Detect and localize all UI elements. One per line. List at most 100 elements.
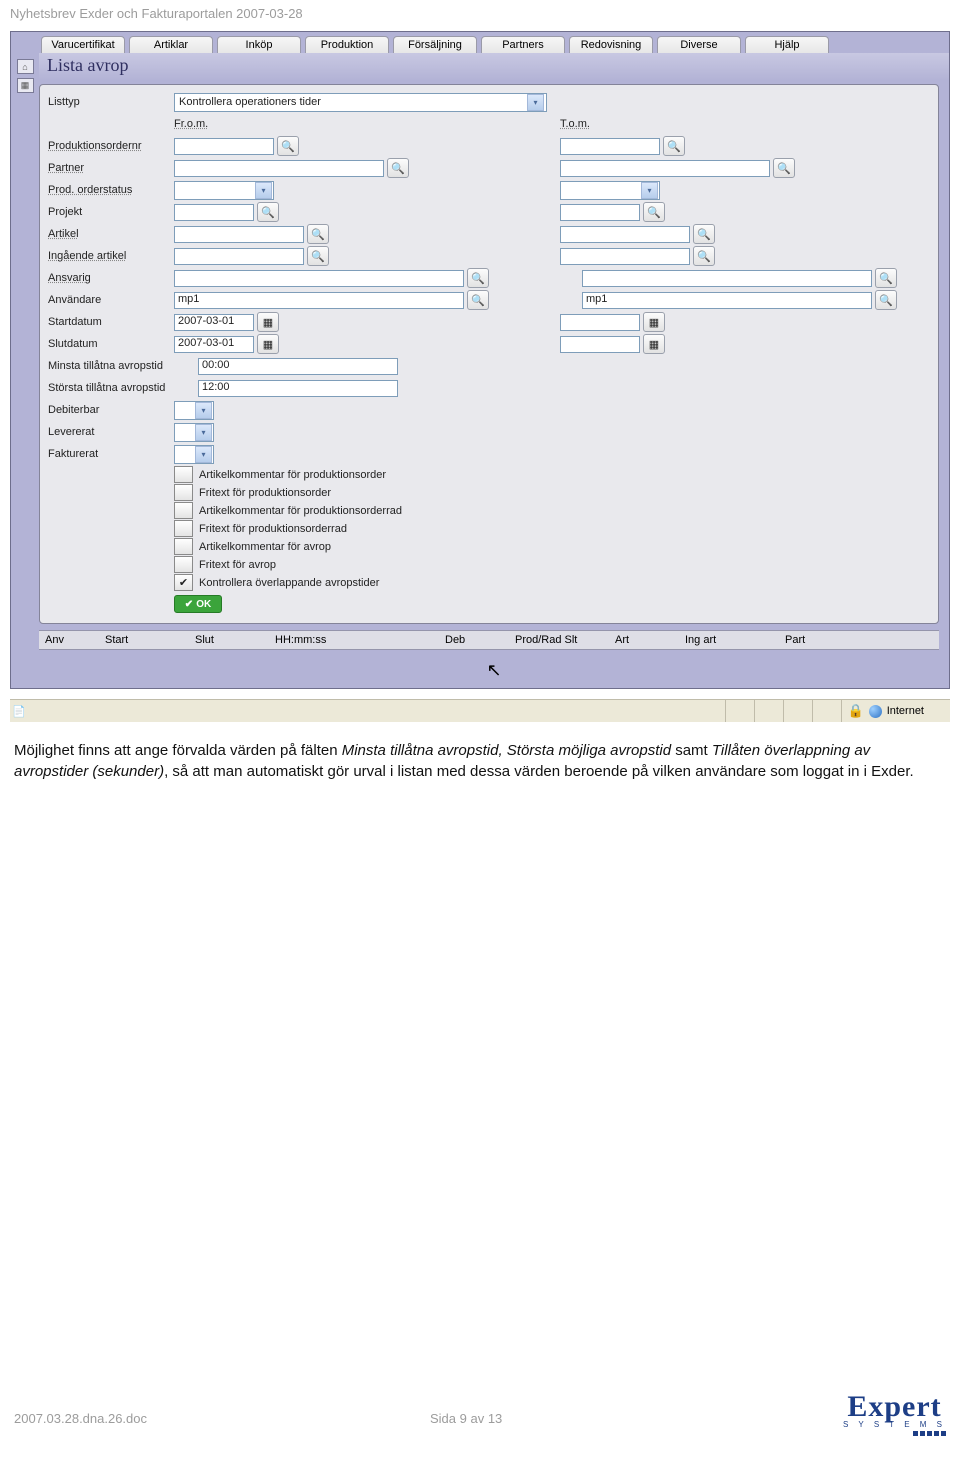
prodstatus-to[interactable]: ▾ bbox=[560, 181, 660, 200]
footer-page: Sida 9 av 13 bbox=[430, 1411, 502, 1426]
checkbox[interactable] bbox=[174, 556, 193, 573]
col-deb: Deb bbox=[445, 634, 515, 646]
doc-header: Nyhetsbrev Exder och Fakturaportalen 200… bbox=[0, 0, 960, 25]
search-icon[interactable]: 🔍 bbox=[257, 202, 279, 222]
minsta-field[interactable]: 00:00 bbox=[198, 358, 398, 375]
page-icon: 📄 bbox=[10, 705, 28, 718]
filter-form: Listtyp Kontrollera operationers tider ▾… bbox=[39, 84, 939, 624]
menu-redovisning[interactable]: Redovisning bbox=[569, 36, 653, 53]
dropdown-icon: ▾ bbox=[527, 94, 544, 111]
chk-label: Fritext för avrop bbox=[199, 559, 276, 571]
search-icon[interactable]: 🔍 bbox=[467, 268, 489, 288]
menu-partners[interactable]: Partners bbox=[481, 36, 565, 53]
lbl-partner: Partner bbox=[48, 162, 174, 174]
partner-from[interactable] bbox=[174, 160, 384, 177]
lbl-prodstatus: Prod. orderstatus bbox=[48, 184, 174, 196]
dropdown-icon: ▾ bbox=[195, 424, 212, 441]
lbl-slutdatum: Slutdatum bbox=[48, 338, 174, 350]
lbl-fakturerat: Fakturerat bbox=[48, 448, 174, 460]
search-icon[interactable]: 🔍 bbox=[693, 246, 715, 266]
checkbox[interactable] bbox=[174, 484, 193, 501]
startdatum-to[interactable] bbox=[560, 314, 640, 331]
projekt-from[interactable] bbox=[174, 204, 254, 221]
page-title: Lista avrop bbox=[39, 53, 949, 80]
anvandare-from[interactable]: mp1 bbox=[174, 292, 464, 309]
search-icon[interactable]: 🔍 bbox=[387, 158, 409, 178]
status-text: Internet bbox=[887, 705, 924, 717]
calendar-icon[interactable]: ▦ bbox=[257, 312, 279, 332]
col-ingart: Ing art bbox=[685, 634, 785, 646]
startdatum-from[interactable]: 2007-03-01 bbox=[174, 314, 254, 331]
menu-diverse[interactable]: Diverse bbox=[657, 36, 741, 53]
chk-label: Fritext för produktionsorderrad bbox=[199, 523, 347, 535]
chk-label: Fritext för produktionsorder bbox=[199, 487, 331, 499]
lbl-listtyp: Listtyp bbox=[48, 96, 174, 108]
lbl-storsta: Största tillåtna avropstid bbox=[48, 382, 198, 394]
prodordernr-from[interactable] bbox=[174, 138, 274, 155]
levererat-select[interactable]: ▾ bbox=[174, 423, 214, 442]
menu-artiklar[interactable]: Artiklar bbox=[129, 36, 213, 53]
debiterbar-select[interactable]: ▾ bbox=[174, 401, 214, 420]
ingart-to[interactable] bbox=[560, 248, 690, 265]
calendar-icon[interactable]: ▦ bbox=[643, 312, 665, 332]
projekt-to[interactable] bbox=[560, 204, 640, 221]
lbl-tom: T.o.m. bbox=[560, 118, 590, 130]
cursor-icon: ↖ bbox=[39, 660, 949, 688]
storsta-field[interactable]: 12:00 bbox=[198, 380, 398, 397]
search-icon[interactable]: 🔍 bbox=[307, 224, 329, 244]
search-icon[interactable]: 🔍 bbox=[693, 224, 715, 244]
footer-filename: 2007.03.28.dna.26.doc bbox=[14, 1411, 147, 1426]
menu-inkop[interactable]: Inköp bbox=[217, 36, 301, 53]
dropdown-icon: ▾ bbox=[195, 446, 212, 463]
lbl-ansvarig: Ansvarig bbox=[48, 272, 174, 284]
col-anv: Anv bbox=[45, 634, 105, 646]
menu-hjalp[interactable]: Hjälp bbox=[745, 36, 829, 53]
checkbox[interactable] bbox=[174, 466, 193, 483]
app-window: Varucertifikat Artiklar Inköp Produktion… bbox=[10, 31, 950, 689]
partner-to[interactable] bbox=[560, 160, 770, 177]
calendar-icon[interactable]: ▦ bbox=[643, 334, 665, 354]
checkbox-checked[interactable]: ✔ bbox=[174, 574, 193, 591]
anvandare-to[interactable]: mp1 bbox=[582, 292, 872, 309]
ansvarig-to[interactable] bbox=[582, 270, 872, 287]
ingart-from[interactable] bbox=[174, 248, 304, 265]
dropdown-icon: ▾ bbox=[641, 182, 658, 199]
search-icon[interactable]: 🔍 bbox=[277, 136, 299, 156]
listtyp-value: Kontrollera operationers tider bbox=[179, 96, 321, 108]
lbl-startdatum: Startdatum bbox=[48, 316, 174, 328]
lock-icon: 🔒 bbox=[848, 703, 864, 719]
ansvarig-from[interactable] bbox=[174, 270, 464, 287]
results-header: Anv Start Slut HH:mm:ss Deb Prod/Rad Slt… bbox=[39, 630, 939, 650]
search-icon[interactable]: 🔍 bbox=[875, 268, 897, 288]
slutdatum-to[interactable] bbox=[560, 336, 640, 353]
listtyp-select[interactable]: Kontrollera operationers tider ▾ bbox=[174, 93, 547, 112]
search-icon[interactable]: 🔍 bbox=[663, 136, 685, 156]
fakturerat-select[interactable]: ▾ bbox=[174, 445, 214, 464]
menu-forsaljning[interactable]: Försäljning bbox=[393, 36, 477, 53]
calendar-icon[interactable]: ▦ bbox=[257, 334, 279, 354]
search-icon[interactable]: 🔍 bbox=[307, 246, 329, 266]
checkbox[interactable] bbox=[174, 538, 193, 555]
search-icon[interactable]: 🔍 bbox=[773, 158, 795, 178]
chk-label: Artikelkommentar för produktionsorder bbox=[199, 469, 386, 481]
prodstatus-from[interactable]: ▾ bbox=[174, 181, 274, 200]
checkbox[interactable] bbox=[174, 520, 193, 537]
artikel-from[interactable] bbox=[174, 226, 304, 243]
dropdown-icon: ▾ bbox=[195, 402, 212, 419]
prodordernr-to[interactable] bbox=[560, 138, 660, 155]
menu-produktion[interactable]: Produktion bbox=[305, 36, 389, 53]
col-start: Start bbox=[105, 634, 195, 646]
page-footer: 2007.03.28.dna.26.doc Sida 9 av 13 Exper… bbox=[0, 1382, 960, 1442]
search-icon[interactable]: 🔍 bbox=[643, 202, 665, 222]
grid-icon[interactable]: ▦ bbox=[17, 78, 34, 93]
globe-icon bbox=[869, 705, 882, 718]
home-icon[interactable]: ⌂ bbox=[17, 59, 34, 74]
search-icon[interactable]: 🔍 bbox=[467, 290, 489, 310]
ok-button[interactable]: ✔OK bbox=[174, 595, 222, 613]
checkbox[interactable] bbox=[174, 502, 193, 519]
slutdatum-from[interactable]: 2007-03-01 bbox=[174, 336, 254, 353]
menu-varucertifikat[interactable]: Varucertifikat bbox=[41, 36, 125, 53]
artikel-to[interactable] bbox=[560, 226, 690, 243]
search-icon[interactable]: 🔍 bbox=[875, 290, 897, 310]
lbl-projekt: Projekt bbox=[48, 206, 174, 218]
